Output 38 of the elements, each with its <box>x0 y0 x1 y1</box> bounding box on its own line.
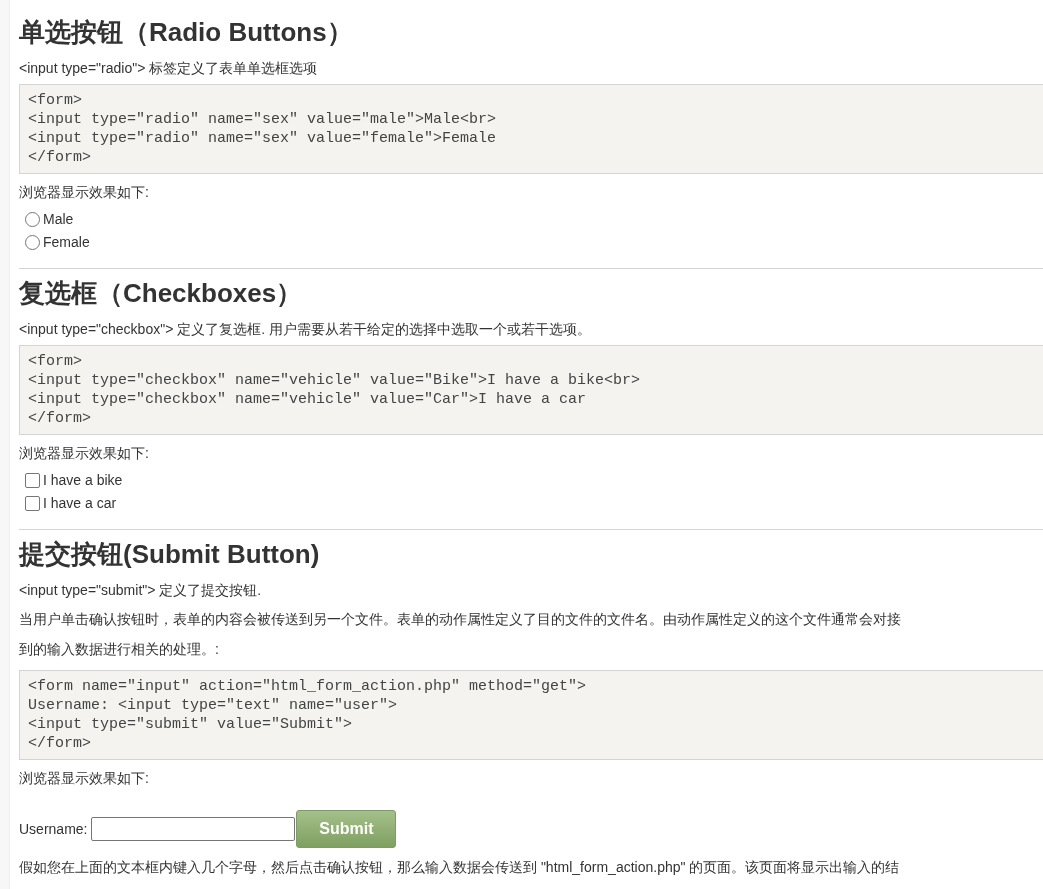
checkbox-option[interactable]: I have a bike <box>19 469 123 492</box>
paragraph-text: 假如您在上面的文本框内键入几个字母，然后点击确认按钮，那么输入数据会传送到 "html_form_action.php" 的页面。该页面将显示出输入的结 <box>19 858 901 877</box>
section-heading: 单选按钮（Radio Buttons） <box>19 16 354 49</box>
code-line: <input type="submit" value="Submit"> <box>28 715 354 734</box>
radio-button[interactable] <box>25 235 40 250</box>
option-label: I have a bike <box>43 471 123 490</box>
radio-option[interactable]: Male <box>19 208 74 231</box>
radio-button[interactable] <box>25 212 40 227</box>
code-line: </form> <box>28 734 92 753</box>
code-line: </form> <box>28 148 92 167</box>
username-field[interactable] <box>91 817 296 841</box>
checkbox-option[interactable]: I have a car <box>19 492 117 515</box>
option-label: Female <box>43 233 90 252</box>
field-label: Username: <box>19 821 88 837</box>
code-line: <form name="input" action="html_form_action.php" method="get"> <box>28 677 588 696</box>
code-line: </form> <box>28 409 92 428</box>
radio-option[interactable]: Female <box>19 231 90 254</box>
checkbox[interactable] <box>25 473 40 488</box>
paragraph-line: 当用户单击确认按钮时，表单的内容会被传送到另一个文件。表单的动作属性定义了目的文件的文件名。由动作属性定义的这个文件通常会对接 <box>19 610 902 629</box>
result-label: 浏览器显示效果如下: <box>19 769 150 788</box>
intro-text: <input type="submit"> 定义了提交按钮. <box>19 581 263 600</box>
code-line: <input type="radio" name="sex" value="female">Female <box>28 129 498 148</box>
paragraph-line: 到的输入数据进行相关的处理。: <box>19 640 220 659</box>
code-line: <form> <box>28 352 83 371</box>
code-line: <input type="radio" name="sex" value="male">Male<br> <box>28 110 498 129</box>
code-line: Username: <input type="text" name="user"> <box>28 696 399 715</box>
code-line: <input type="checkbox" name="vehicle" value="Car">I have a car <box>28 390 588 409</box>
code-line: <input type="checkbox" name="vehicle" value="Bike">I have a bike<br> <box>28 371 642 390</box>
result-label: 浏览器显示效果如下: <box>19 444 150 463</box>
result-label: 浏览器显示效果如下: <box>19 183 150 202</box>
checkbox[interactable] <box>25 496 40 511</box>
code-line: <form> <box>28 91 83 110</box>
option-label: I have a car <box>43 494 117 513</box>
intro-text: <input type="checkbox"> 定义了复选框. 用户需要从若干给定的选择中选取一个或若干选项。 <box>19 320 592 339</box>
section-heading: 复选框（Checkboxes） <box>19 277 304 310</box>
section-heading: 提交按钮(Submit Button) <box>19 538 321 571</box>
intro-text: <input type="radio"> 标签定义了表单单选框选项 <box>19 59 319 78</box>
option-label: Male <box>43 210 74 229</box>
